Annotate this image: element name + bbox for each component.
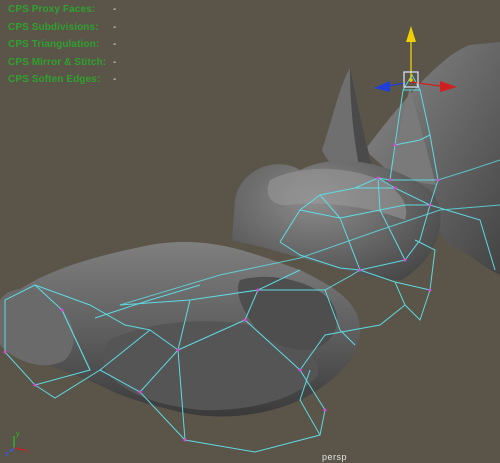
hud-row-soften-edges: CPS Soften Edges: - (8, 71, 116, 89)
hud-label: CPS Soften Edges: (8, 74, 101, 85)
smooth-mesh[interactable] (0, 42, 500, 463)
hud-value: - (113, 74, 117, 85)
hud-row-subdivisions: CPS Subdivisions: - (8, 19, 116, 37)
hud-row-proxy-faces: CPS Proxy Faces: - (8, 1, 116, 19)
axis-x-label: x (25, 448, 29, 455)
camera-name-label: persp (322, 452, 348, 462)
view-axis-icon: y x z (5, 431, 29, 456)
hud-value: - (113, 39, 117, 50)
hud-row-mirror-stitch: CPS Mirror & Stitch: - (8, 54, 116, 72)
perspective-viewport[interactable]: CPS Proxy Faces: - CPS Subdivisions: - C… (0, 0, 500, 463)
manip-y-axis-handle[interactable] (406, 26, 416, 78)
manip-z-axis-handle[interactable] (374, 81, 406, 92)
axis-y-label: y (16, 431, 20, 438)
hud-row-triangulation: CPS Triangulation: - (8, 36, 116, 54)
hud-label: CPS Proxy Faces: (8, 4, 96, 15)
hud-label: CPS Mirror & Stitch: (8, 56, 107, 68)
hud-value: - (113, 56, 117, 68)
axis-z-label: z (5, 451, 9, 456)
cps-hud-overlay: CPS Proxy Faces: - CPS Subdivisions: - C… (8, 1, 116, 89)
hud-label: CPS Triangulation: (8, 39, 100, 50)
hud-label: CPS Subdivisions: (8, 21, 99, 33)
hud-value: - (113, 4, 117, 15)
hud-value: - (113, 21, 117, 33)
